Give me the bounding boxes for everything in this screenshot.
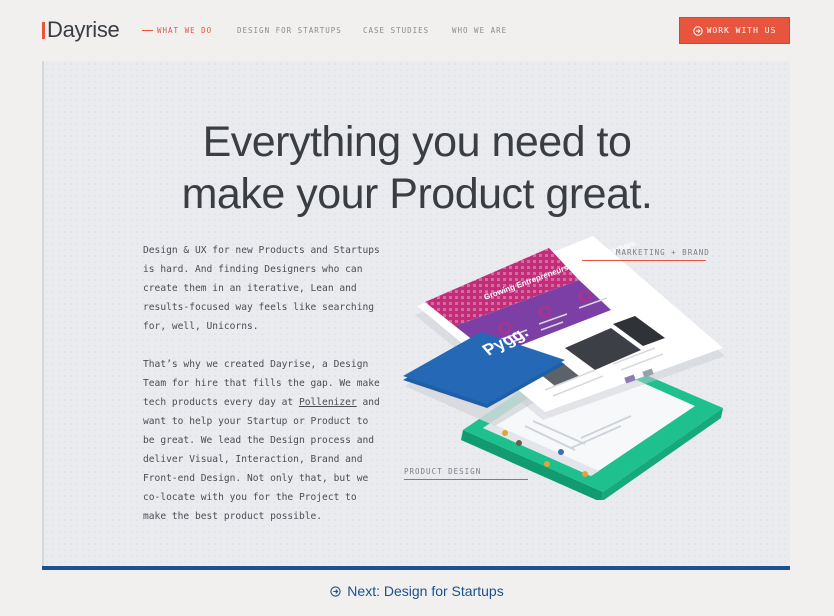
- paragraph-line: for, well, Unicorns.: [143, 321, 259, 332]
- logo-mark-icon: [42, 22, 45, 39]
- avatar-icon: [582, 471, 588, 477]
- hero-paragraph-1: Design & UX for new Products and Startup…: [143, 241, 380, 336]
- nav-item-case-studies[interactable]: CASE STUDIES: [363, 26, 429, 35]
- brand-logo[interactable]: Dayrise: [42, 17, 120, 43]
- work-with-us-label: WORK WITH US: [706, 26, 777, 35]
- arrow-circle-icon: [330, 585, 341, 597]
- label-marketing-line: [582, 260, 706, 261]
- work-with-us-button[interactable]: WORK WITH US: [679, 17, 790, 44]
- paragraph-line: create them in an iterative, Lean and: [143, 283, 357, 294]
- paragraph-line: is hard. And finding Designers who can: [143, 264, 363, 275]
- label-product-design: PRODUCT DESIGN: [404, 467, 482, 476]
- nav-item-design-for-startups[interactable]: DESIGN FOR STARTUPS: [237, 26, 342, 35]
- paragraph-line: make the best product possible.: [143, 511, 323, 522]
- paragraph-text: and: [356, 397, 380, 408]
- hero-panel-divider: [42, 566, 790, 570]
- nav-item-who-we-are[interactable]: WHO WE ARE: [452, 26, 507, 35]
- product-illustration: Growing Entrepreneurs. Building Startups…: [403, 236, 725, 500]
- hero-paragraph-2: That’s why we created Dayrise, a Design …: [143, 355, 380, 526]
- paragraph-line: Front-end Design. Not only that, but we: [143, 473, 369, 484]
- next-section-link[interactable]: Next: Design for Startups: [0, 583, 834, 599]
- next-section-label: Next: Design for Startups: [347, 583, 504, 599]
- paragraph-line: deliver Visual, Interaction, Brand and: [143, 454, 363, 465]
- nav-item-what-we-do[interactable]: WHAT WE DO: [141, 26, 212, 35]
- paragraph-text: tech products every day at: [143, 397, 299, 408]
- paragraph-line: want to help your Startup or Product to: [143, 416, 369, 427]
- paragraph-line: Design & UX for new Products and Startup…: [143, 245, 380, 256]
- arrow-circle-icon: [692, 25, 703, 36]
- paragraph-line: be great. We lead the Design process and: [143, 435, 375, 446]
- pollenizer-link[interactable]: Pollenizer: [299, 397, 357, 408]
- avatar-icon: [502, 430, 508, 436]
- paragraph-line: results-focused way feels like searching: [143, 302, 375, 313]
- label-product-line: [404, 479, 528, 480]
- brand-name: Dayrise: [47, 17, 120, 42]
- hero-headline-line2: make your Product great.: [181, 170, 653, 218]
- label-marketing-brand: MARKETING + BRAND: [616, 248, 710, 257]
- avatar-icon: [558, 449, 564, 455]
- paragraph-line: tech products every day at Pollenizer an…: [143, 393, 380, 412]
- avatar-icon: [544, 461, 550, 467]
- paragraph-line: That’s why we created Dayrise, a Design: [143, 359, 369, 370]
- avatar-icon: [516, 440, 522, 446]
- hero-headline-line1: Everything you need to: [202, 118, 632, 166]
- paragraph-line: co-locate with you for the Project to: [143, 492, 357, 503]
- paragraph-line: Team for hire that fills the gap. We mak…: [143, 378, 380, 389]
